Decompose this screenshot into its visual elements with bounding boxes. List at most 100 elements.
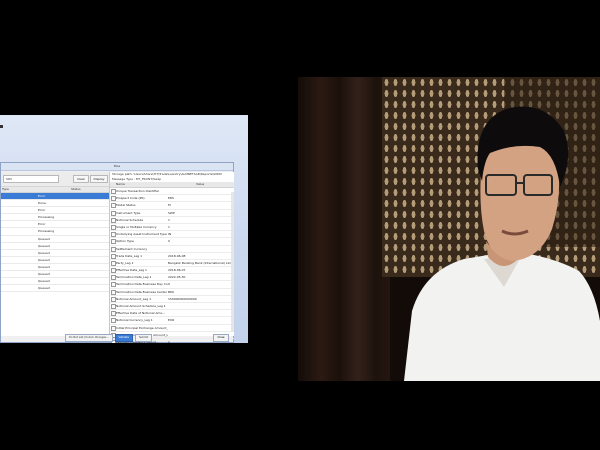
table-row[interactable]: Processing — [1, 214, 109, 222]
property-row[interactable]: Notional Amount Schedule_Leg 1 — [110, 303, 234, 311]
property-value: 2018-06-07 — [168, 268, 186, 273]
table-row[interactable]: Queued — [1, 264, 109, 272]
property-value: 1 — [168, 224, 170, 229]
display-button[interactable]: Display — [90, 175, 108, 183]
row-status: Queued — [38, 272, 50, 277]
property-name: Effective Date of Notional Amo... — [116, 311, 166, 316]
row-status: Queued — [38, 264, 50, 269]
row-status: Done — [38, 201, 46, 206]
property-name: Prospect Code (PK) — [116, 196, 145, 201]
property-row[interactable]: Settlement Currency — [110, 246, 234, 253]
property-row[interactable]: Single or Multiple Currency 1 — [110, 224, 234, 232]
property-row[interactable]: Instrument Type SWP — [110, 210, 234, 217]
property-row[interactable]: Unique Transaction Identifier — [110, 188, 234, 196]
table-row[interactable]: Queued — [1, 250, 109, 257]
property-value: 2018-06-08 — [168, 253, 186, 258]
row-status: Queued — [38, 236, 50, 241]
property-row[interactable]: Effective Date_Leg 1 2018-06-07 — [110, 267, 234, 275]
property-row[interactable]: Model Status M — [110, 202, 234, 210]
message-detail-pane: Storage path: \Users\Share\TIT\Trade\Lea… — [110, 172, 234, 343]
validate-button[interactable]: Validate — [114, 334, 133, 342]
property-name: Settlement Currency — [116, 246, 148, 251]
property-row[interactable]: Initial Principal Exchange Amount_Leg 1 — [110, 325, 234, 332]
table-row[interactable]: Queued — [1, 243, 109, 250]
property-row[interactable]: Party_Leg 1 Bangkok Banking Bank (Interna… — [110, 260, 234, 268]
row-status: Queued — [38, 279, 50, 284]
property-value: 0 — [168, 239, 170, 244]
row-status: Processing — [38, 215, 55, 220]
property-row[interactable]: Termination Date_Leg 1 2022-05-30 — [110, 274, 234, 282]
property-row[interactable]: Trade Date_Leg 1 2018-06-08 — [110, 253, 234, 260]
row-status: Error — [38, 208, 46, 213]
camera-feed — [298, 77, 600, 381]
table-row[interactable]: Queued — [1, 236, 109, 243]
property-name: Unique Transaction Identifier — [116, 189, 160, 193]
property-value: BKK — [168, 289, 174, 294]
table-row[interactable]: Error — [1, 207, 109, 215]
property-row[interactable]: Option Type 0 — [110, 238, 234, 246]
window-title: Moa — [1, 163, 233, 171]
column-type[interactable]: Type — [2, 187, 9, 192]
property-row[interactable]: Notional Currency_Leg 1 EUR — [110, 317, 234, 325]
row-status: Error — [38, 194, 46, 198]
clear-button[interactable]: Clear — [73, 175, 89, 183]
search-input[interactable]: SWI — [3, 175, 59, 183]
properties-list: Unique Transaction Identifier Prospect Co… — [110, 188, 234, 343]
property-name: Notional Schedule — [116, 217, 144, 222]
property-row[interactable]: Underlying Asset Instrument Type IN — [110, 231, 234, 239]
list-toolbar: SWI Clear Display — [1, 172, 109, 187]
property-name: Party_Leg 1 — [116, 260, 134, 265]
curtain-background — [298, 77, 390, 381]
table-row[interactable]: Error — [1, 193, 109, 201]
property-name: Notional Amount_Leg 1 — [116, 296, 151, 301]
property-name: Termination Date Business Day Co... — [116, 282, 168, 287]
table-row[interactable]: Done — [1, 200, 109, 208]
property-name: Option Type — [116, 239, 134, 244]
property-name: Underlying Asset Instrument Type — [116, 232, 167, 237]
property-name: Notional Amount Schedule_Leg 1 — [116, 304, 166, 308]
property-value: IN — [168, 232, 172, 237]
property-row[interactable]: Notional Schedule 1 — [110, 217, 234, 224]
close-button[interactable]: Close — [213, 334, 229, 342]
row-status: Error — [38, 222, 46, 227]
property-value: 0 — [168, 282, 170, 287]
column-value[interactable]: Value — [196, 182, 204, 187]
message-list-pane: SWI Clear Display Type Status Error Done E… — [1, 172, 110, 336]
property-value: 1 — [168, 217, 170, 222]
presenter — [404, 106, 600, 381]
mouse-cursor — [0, 125, 3, 128]
bottom-toolbar: Do Not List (Unlock Changes... Validate … — [65, 334, 153, 342]
property-row[interactable]: Notional Amount_Leg 1 150000000000000 — [110, 296, 234, 303]
property-row[interactable]: Termination Date Business Day Co... 0 — [110, 281, 234, 289]
table-row[interactable]: Queued — [1, 285, 109, 293]
table-row[interactable]: Error — [1, 221, 109, 229]
property-name: Instrument Type — [116, 210, 141, 215]
table-row[interactable]: Queued — [1, 278, 109, 286]
table-row[interactable]: Queued — [1, 257, 109, 264]
row-status: Queued — [38, 286, 50, 291]
property-value: Bangkok Banking Bank (International) Lim… — [168, 260, 232, 265]
property-name: Termination Date_Leg 1 — [116, 275, 152, 280]
property-name: Single or Multiple Currency — [116, 224, 157, 229]
property-row[interactable]: Prospect Code (PK) ER5 — [110, 195, 234, 203]
column-status[interactable]: Status — [71, 187, 81, 192]
property-value: SWP — [168, 210, 175, 215]
submit-button[interactable]: Submit — [134, 334, 153, 342]
property-name: Notional Currency_Leg 1 — [116, 318, 153, 323]
property-name: Initial Principal Exchange Amount_Leg 1 — [116, 325, 168, 330]
property-name: Model Status — [116, 203, 136, 208]
property-value: 150000000000000 — [168, 296, 197, 301]
table-row[interactable]: Processing — [1, 228, 109, 236]
properties-scrollbar[interactable] — [231, 192, 234, 332]
property-value: M — [168, 203, 171, 208]
property-value: ER5 — [168, 196, 174, 201]
property-row[interactable]: Termination Date Business Center Leg 1BK… — [110, 289, 234, 296]
table-row[interactable]: Queued — [1, 271, 109, 279]
row-status: Queued — [38, 243, 50, 248]
property-row[interactable]: Effective Date of Notional Amo... — [110, 310, 234, 318]
property-name: Effective Date_Leg 1 — [116, 268, 147, 273]
do-not-list-button[interactable]: Do Not List (Unlock Changes... — [65, 334, 113, 342]
message-list: Error Done Error Processing Error Processing Q… — [1, 193, 109, 293]
column-name[interactable]: Name — [116, 182, 125, 187]
row-status: Queued — [38, 257, 50, 262]
